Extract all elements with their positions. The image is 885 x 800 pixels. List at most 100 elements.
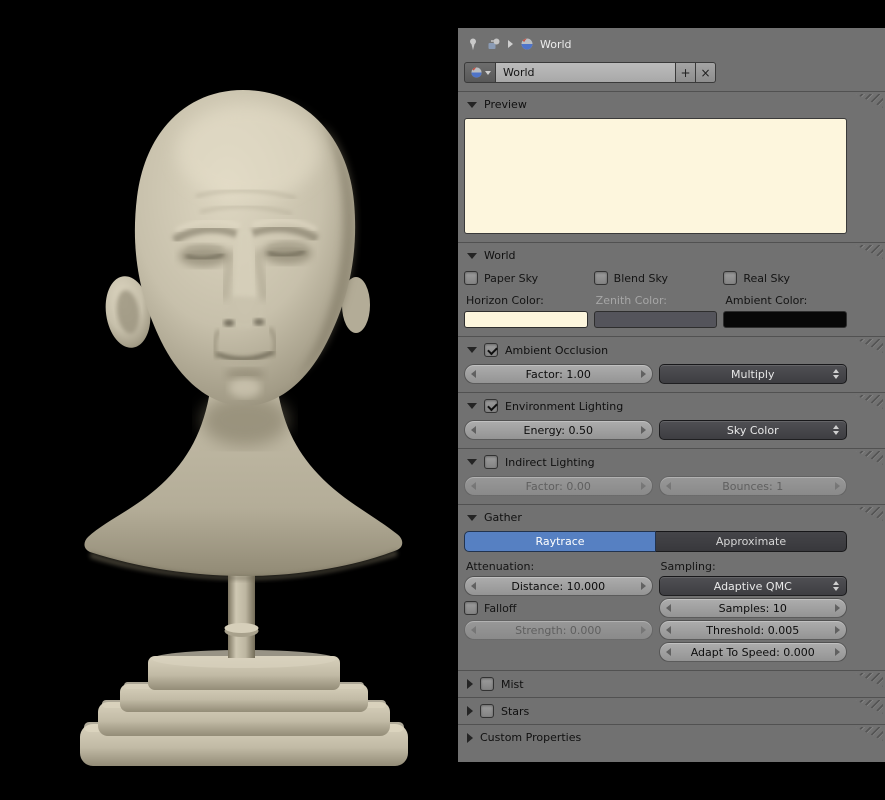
panel-gather: Gather Raytrace Approximate Attenuation:: [458, 504, 885, 670]
world-icon: [519, 36, 535, 52]
pin-icon[interactable]: [465, 36, 481, 52]
slider-value: Strength: 0.000: [515, 623, 602, 637]
dropdown-arrows-icon: [833, 425, 839, 435]
plus-icon: +: [680, 65, 691, 80]
raytrace-button[interactable]: Raytrace: [464, 531, 656, 552]
ao-blend-mode-dropdown[interactable]: Multiply: [658, 364, 847, 384]
add-world-button[interactable]: +: [676, 62, 696, 83]
world-panel-header[interactable]: World: [458, 243, 885, 268]
stars-enable-checkbox[interactable]: [480, 704, 494, 718]
ao-factor-slider[interactable]: Factor: 1.00: [464, 364, 653, 384]
environment-source-dropdown[interactable]: Sky Color: [658, 420, 847, 440]
dropdown-arrows-icon: [833, 581, 839, 591]
slider-value: Energy: 0.50: [523, 423, 593, 437]
close-icon: ×: [700, 65, 711, 80]
panel-stars: Stars: [458, 697, 885, 724]
falloff-checkbox[interactable]: Falloff: [464, 598, 653, 618]
world-preview-image: [464, 118, 847, 234]
sampling-label: Sampling:: [660, 560, 716, 573]
unlink-world-button[interactable]: ×: [696, 62, 716, 83]
breadcrumb-separator-icon: [508, 40, 513, 48]
paper-sky-checkbox[interactable]: Paper Sky: [464, 269, 588, 287]
world-name-value: World: [503, 66, 535, 79]
collapsed-triangle-icon: [467, 732, 473, 743]
energy-slider[interactable]: Energy: 0.50: [464, 420, 653, 440]
sculpture-bust-image: [80, 90, 408, 766]
world-id-block: World + ×: [458, 60, 885, 91]
stars-title: Stars: [501, 704, 530, 718]
panel-environment-lighting: Environment Lighting Energy: 0.50 Sky Co…: [458, 392, 885, 448]
panel-world: World Paper Sky Blend Sky Real Sky Horiz…: [458, 242, 885, 336]
dropdown-arrows-icon: [833, 369, 839, 379]
panel-preview: Preview: [458, 91, 885, 242]
paper-sky-label: Paper Sky: [484, 271, 539, 285]
threshold-slider[interactable]: Threshold: 0.005: [658, 620, 847, 640]
indirect-lighting-panel-header[interactable]: Indirect Lighting: [458, 449, 885, 475]
raytrace-label: Raytrace: [535, 535, 585, 548]
zenith-color-swatch: [593, 311, 718, 328]
slider-value: Adapt To Speed: 0.000: [690, 645, 815, 659]
approximate-label: Approximate: [715, 535, 787, 548]
environment-lighting-enable-checkbox[interactable]: [484, 399, 498, 413]
custom-properties-panel-header[interactable]: Custom Properties: [458, 725, 885, 750]
sampling-column: Sampling: Adaptive QMC Samples: 10 Thres…: [658, 557, 847, 662]
mist-panel-header[interactable]: Mist: [458, 671, 885, 697]
stars-panel-header[interactable]: Stars: [458, 698, 885, 724]
sampling-method-dropdown[interactable]: Adaptive QMC: [658, 576, 847, 596]
adapt-to-speed-slider[interactable]: Adapt To Speed: 0.000: [658, 642, 847, 662]
custom-properties-title: Custom Properties: [480, 731, 582, 744]
world-name-field[interactable]: World: [496, 62, 676, 83]
ambient-occlusion-enable-checkbox[interactable]: [484, 343, 498, 357]
slider-value: Factor: 1.00: [525, 367, 591, 381]
blend-sky-checkbox[interactable]: Blend Sky: [593, 269, 718, 287]
checkbox-icon: [723, 271, 738, 285]
slider-value: Bounces: 1: [722, 479, 784, 493]
blend-sky-label: Blend Sky: [613, 271, 668, 285]
scene-icon[interactable]: [486, 36, 502, 52]
slider-value: Distance: 10.000: [511, 579, 606, 593]
breadcrumb-label: World: [540, 37, 572, 51]
world-icon: [470, 67, 482, 78]
bounces-slider: Bounces: 1: [658, 476, 847, 496]
dropdown-value: Adaptive QMC: [713, 579, 792, 593]
strength-slider: Strength: 0.000: [464, 620, 653, 640]
world-title: World: [484, 249, 516, 262]
preview-title: Preview: [484, 98, 527, 111]
expand-triangle-icon: [467, 101, 477, 108]
ambient-color-label: Ambient Color:: [725, 294, 808, 307]
checkbox-icon: [464, 601, 478, 615]
gather-panel-header[interactable]: Gather: [458, 505, 885, 530]
real-sky-checkbox[interactable]: Real Sky: [723, 269, 847, 287]
checkbox-icon: [464, 271, 478, 285]
panel-mist: Mist: [458, 670, 885, 697]
approximate-button[interactable]: Approximate: [656, 531, 847, 552]
indirect-lighting-enable-checkbox[interactable]: [484, 455, 498, 469]
attenuation-column: Attenuation: Distance: 10.000 Falloff St…: [464, 557, 653, 662]
expand-triangle-icon: [467, 514, 477, 521]
panel-ambient-occlusion: Ambient Occlusion Factor: 1.00 Multiply: [458, 336, 885, 392]
ambient-occlusion-panel-header[interactable]: Ambient Occlusion: [458, 337, 885, 363]
real-sky-label: Real Sky: [743, 271, 791, 285]
properties-breadcrumb: World: [458, 28, 885, 60]
panel-custom-properties: Custom Properties: [458, 724, 885, 750]
render-viewport: [0, 0, 458, 800]
horizon-color-swatch[interactable]: [464, 311, 588, 328]
attenuation-label: Attenuation:: [466, 560, 535, 573]
slider-value: Factor: 0.00: [525, 479, 591, 493]
samples-slider[interactable]: Samples: 10: [658, 598, 847, 618]
preview-panel-header[interactable]: Preview: [458, 92, 885, 117]
properties-panel: World World + × Preview World Paper Sky …: [458, 28, 885, 762]
ambient-color-swatch[interactable]: [723, 311, 847, 328]
dropdown-value: Multiply: [731, 367, 775, 381]
dropdown-value: Sky Color: [726, 423, 779, 437]
mist-enable-checkbox[interactable]: [480, 677, 494, 691]
environment-lighting-panel-header[interactable]: Environment Lighting: [458, 393, 885, 419]
world-browse-button[interactable]: [464, 62, 496, 83]
collapsed-triangle-icon: [467, 679, 473, 689]
environment-lighting-title: Environment Lighting: [505, 399, 624, 413]
slider-value: Threshold: 0.005: [706, 623, 800, 637]
expand-triangle-icon: [467, 252, 477, 259]
distance-slider[interactable]: Distance: 10.000: [464, 576, 653, 596]
gather-method-toggle: Raytrace Approximate: [464, 531, 847, 552]
gather-title: Gather: [484, 511, 522, 524]
